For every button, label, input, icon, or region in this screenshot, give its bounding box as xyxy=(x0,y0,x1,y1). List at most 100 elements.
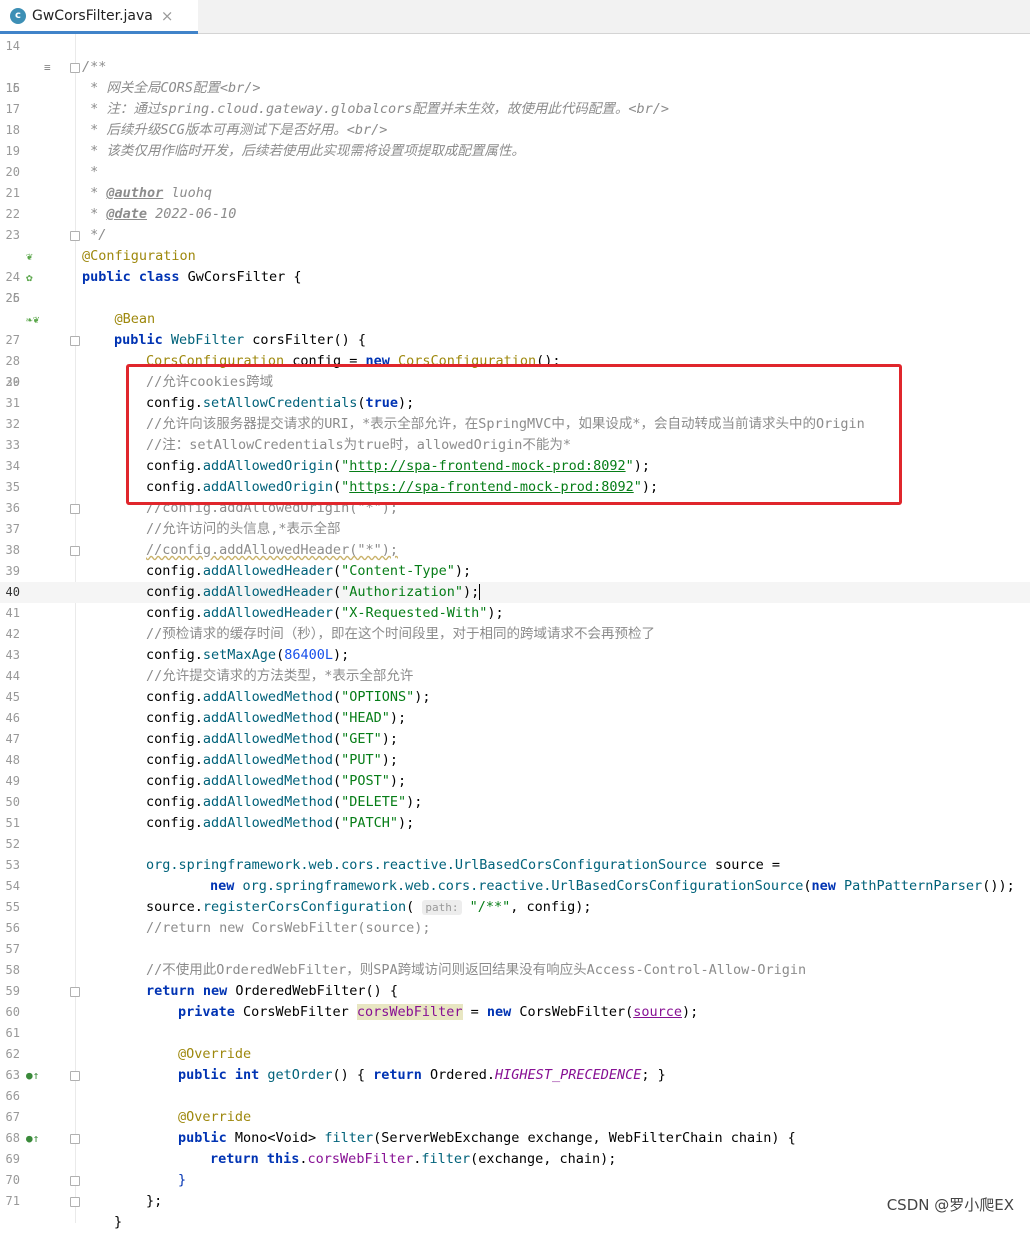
line-number: 66 xyxy=(5,1089,20,1103)
line-number: 50 xyxy=(5,795,20,809)
override-method-icon[interactable]: ●↑ xyxy=(26,1069,39,1082)
fold-marker[interactable] xyxy=(70,1071,80,1081)
code-line: 63 ●↑ public int getOrder() { return Order… xyxy=(0,1065,1030,1086)
code-text: config.setMaxAge(86400L); xyxy=(146,647,350,663)
line-number: 46 xyxy=(5,711,20,725)
code-text: public int getOrder() { return Ordered.H… xyxy=(178,1067,666,1083)
line-number: 20 xyxy=(5,165,20,179)
fold-marker[interactable] xyxy=(70,1176,80,1186)
code-line: 61 xyxy=(0,1023,1030,1044)
line-number: 32 xyxy=(5,417,20,431)
code-line: 55 source.registerCorsConfiguration( path… xyxy=(0,897,1030,918)
code-text: //不使用此OrderedWebFilter，则SPA跨域访问则返回结果没有响应… xyxy=(146,962,807,978)
code-text: * xyxy=(82,164,99,180)
code-line: 62 @Override xyxy=(0,1044,1030,1065)
fold-marker[interactable] xyxy=(70,504,80,514)
tab-gwcorsfilter-java[interactable]: c GwCorsFilter.java × xyxy=(0,0,198,34)
line-number: 68 xyxy=(5,1131,20,1145)
line-number: 48 xyxy=(5,753,20,767)
line-number: 71 xyxy=(5,1194,20,1208)
code-line: 45 config.addAllowedMethod("OPTIONS"); xyxy=(0,687,1030,708)
java-class-icon: c xyxy=(10,7,26,24)
code-line: 28 public WebFilter corsFilter() { xyxy=(0,330,1030,368)
line-number: 70 xyxy=(5,1173,20,1187)
tab-title: GwCorsFilter.java xyxy=(32,7,153,24)
code-text: /** xyxy=(82,59,107,75)
code-line: 37 //允许访问的头信息,*表示全部 xyxy=(0,519,1030,540)
line-number: 36 xyxy=(5,501,20,515)
code-line: 52 xyxy=(0,834,1030,855)
code-text: config.addAllowedMethod("PATCH"); xyxy=(146,815,415,831)
line-number: 67 xyxy=(5,1110,20,1124)
code-editor[interactable]: 14 15 ≡ /** 16 * 网关全局CORS配置<br/> 17 * 注：… xyxy=(0,36,1030,1233)
line-number: 16 xyxy=(5,81,20,95)
line-number: 17 xyxy=(5,102,20,116)
code-line: 25 ✿ public class GwCorsFilter { xyxy=(0,267,1030,305)
code-text: } xyxy=(178,1172,187,1188)
code-line: 26 xyxy=(0,288,1030,309)
line-number: 14 xyxy=(5,39,20,53)
code-text: * @date 2022-06-10 xyxy=(82,206,237,222)
code-text: //允许访问的头信息,*表示全部 xyxy=(146,521,341,537)
code-line: 54 new org.springframework.web.cors.react… xyxy=(0,876,1030,897)
code-text: org.springframework.web.cors.reactive.Ur… xyxy=(146,857,780,873)
code-line: 67 @Override xyxy=(0,1107,1030,1128)
code-text: return new OrderedWebFilter() { xyxy=(146,983,398,999)
line-number: 34 xyxy=(5,459,20,473)
override-method-icon[interactable]: ●↑ xyxy=(26,1132,39,1145)
code-line: 58 //不使用此OrderedWebFilter，则SPA跨域访问则返回结果没有… xyxy=(0,960,1030,981)
doc-render-icon[interactable]: ≡ xyxy=(44,61,51,74)
code-line: 71}; xyxy=(0,1191,1030,1212)
code-line: 20 * xyxy=(0,162,1030,183)
fold-marker[interactable] xyxy=(70,63,80,73)
line-number: 63 xyxy=(5,1068,20,1082)
code-line: 16 * 网关全局CORS配置<br/> xyxy=(0,78,1030,99)
code-line: 14 xyxy=(0,36,1030,57)
code-line: 38 //config.addAllowedHeader("*"); xyxy=(0,540,1030,561)
code-line: 68 ●↑ public Mono<Void> filter(ServerWebEx… xyxy=(0,1128,1030,1149)
fold-marker[interactable] xyxy=(70,546,80,556)
line-number: 53 xyxy=(5,858,20,872)
code-line: 49 config.addAllowedMethod("POST"); xyxy=(0,771,1030,792)
line-number: 57 xyxy=(5,942,20,956)
fold-marker[interactable] xyxy=(70,336,80,346)
code-line: 22 * @date 2022-06-10 xyxy=(0,204,1030,225)
code-line-current: 40 config.addAllowedHeader("Authorization… xyxy=(0,582,1030,603)
code-text: */ xyxy=(82,227,107,243)
line-number: 45 xyxy=(5,690,20,704)
code-line: 19 * 该类仅用作临时开发，后续若使用此实现需将设置项提取成配置属性。 xyxy=(0,141,1030,162)
code-line: 15 ≡ /** xyxy=(0,57,1030,95)
code-line: 53 org.springframework.web.cors.reactive.… xyxy=(0,855,1030,876)
spring-bean-icon[interactable]: ❦ xyxy=(26,250,33,263)
fold-marker[interactable] xyxy=(70,1134,80,1144)
code-line: 69 return this.corsWebFilter.filter(excha… xyxy=(0,1149,1030,1170)
code-text: config.addAllowedMethod("DELETE"); xyxy=(146,794,423,810)
code-line: 70} xyxy=(0,1170,1030,1191)
code-line: 23 */ xyxy=(0,225,1030,246)
code-text: //config.addAllowedHeader("*"); xyxy=(146,542,398,558)
code-line: 59 return new OrderedWebFilter() { xyxy=(0,981,1030,1002)
bean-navigation-icon[interactable]: ❧❦ xyxy=(26,313,39,326)
code-line: 66 xyxy=(0,1086,1030,1107)
code-text: @Override xyxy=(178,1109,252,1125)
spring-config-icon[interactable]: ✿ xyxy=(26,271,33,284)
code-line: 41 config.addAllowedHeader("X-Requested-W… xyxy=(0,603,1030,624)
close-tab-icon[interactable]: × xyxy=(161,7,174,25)
fold-marker[interactable] xyxy=(70,1197,80,1207)
code-text: config.addAllowedHeader("X-Requested-Wit… xyxy=(146,605,504,621)
line-number: 51 xyxy=(5,816,20,830)
code-text: * @author luohq xyxy=(82,185,213,201)
code-text: return this.corsWebFilter.filter(exchang… xyxy=(210,1151,617,1167)
fold-marker[interactable] xyxy=(70,231,80,241)
code-line: 17 * 注：通过spring.cloud.gateway.globalcors… xyxy=(0,99,1030,120)
fold-marker[interactable] xyxy=(70,987,80,997)
code-text: * 后续升级SCG版本可再测试下是否好用。<br/> xyxy=(82,122,388,138)
code-text: public Mono<Void> filter(ServerWebExchan… xyxy=(178,1130,796,1146)
code-line: 50 config.addAllowedMethod("DELETE"); xyxy=(0,792,1030,813)
line-number: 52 xyxy=(5,837,20,851)
line-number: 42 xyxy=(5,627,20,641)
highlight-box xyxy=(126,364,902,505)
code-text: @Override xyxy=(178,1046,252,1062)
code-line: 48 config.addAllowedMethod("PUT"); xyxy=(0,750,1030,771)
code-line: 42 //预检请求的缓存时间（秒），即在这个时间段里，对于相同的跨域请求不会再预检… xyxy=(0,624,1030,645)
